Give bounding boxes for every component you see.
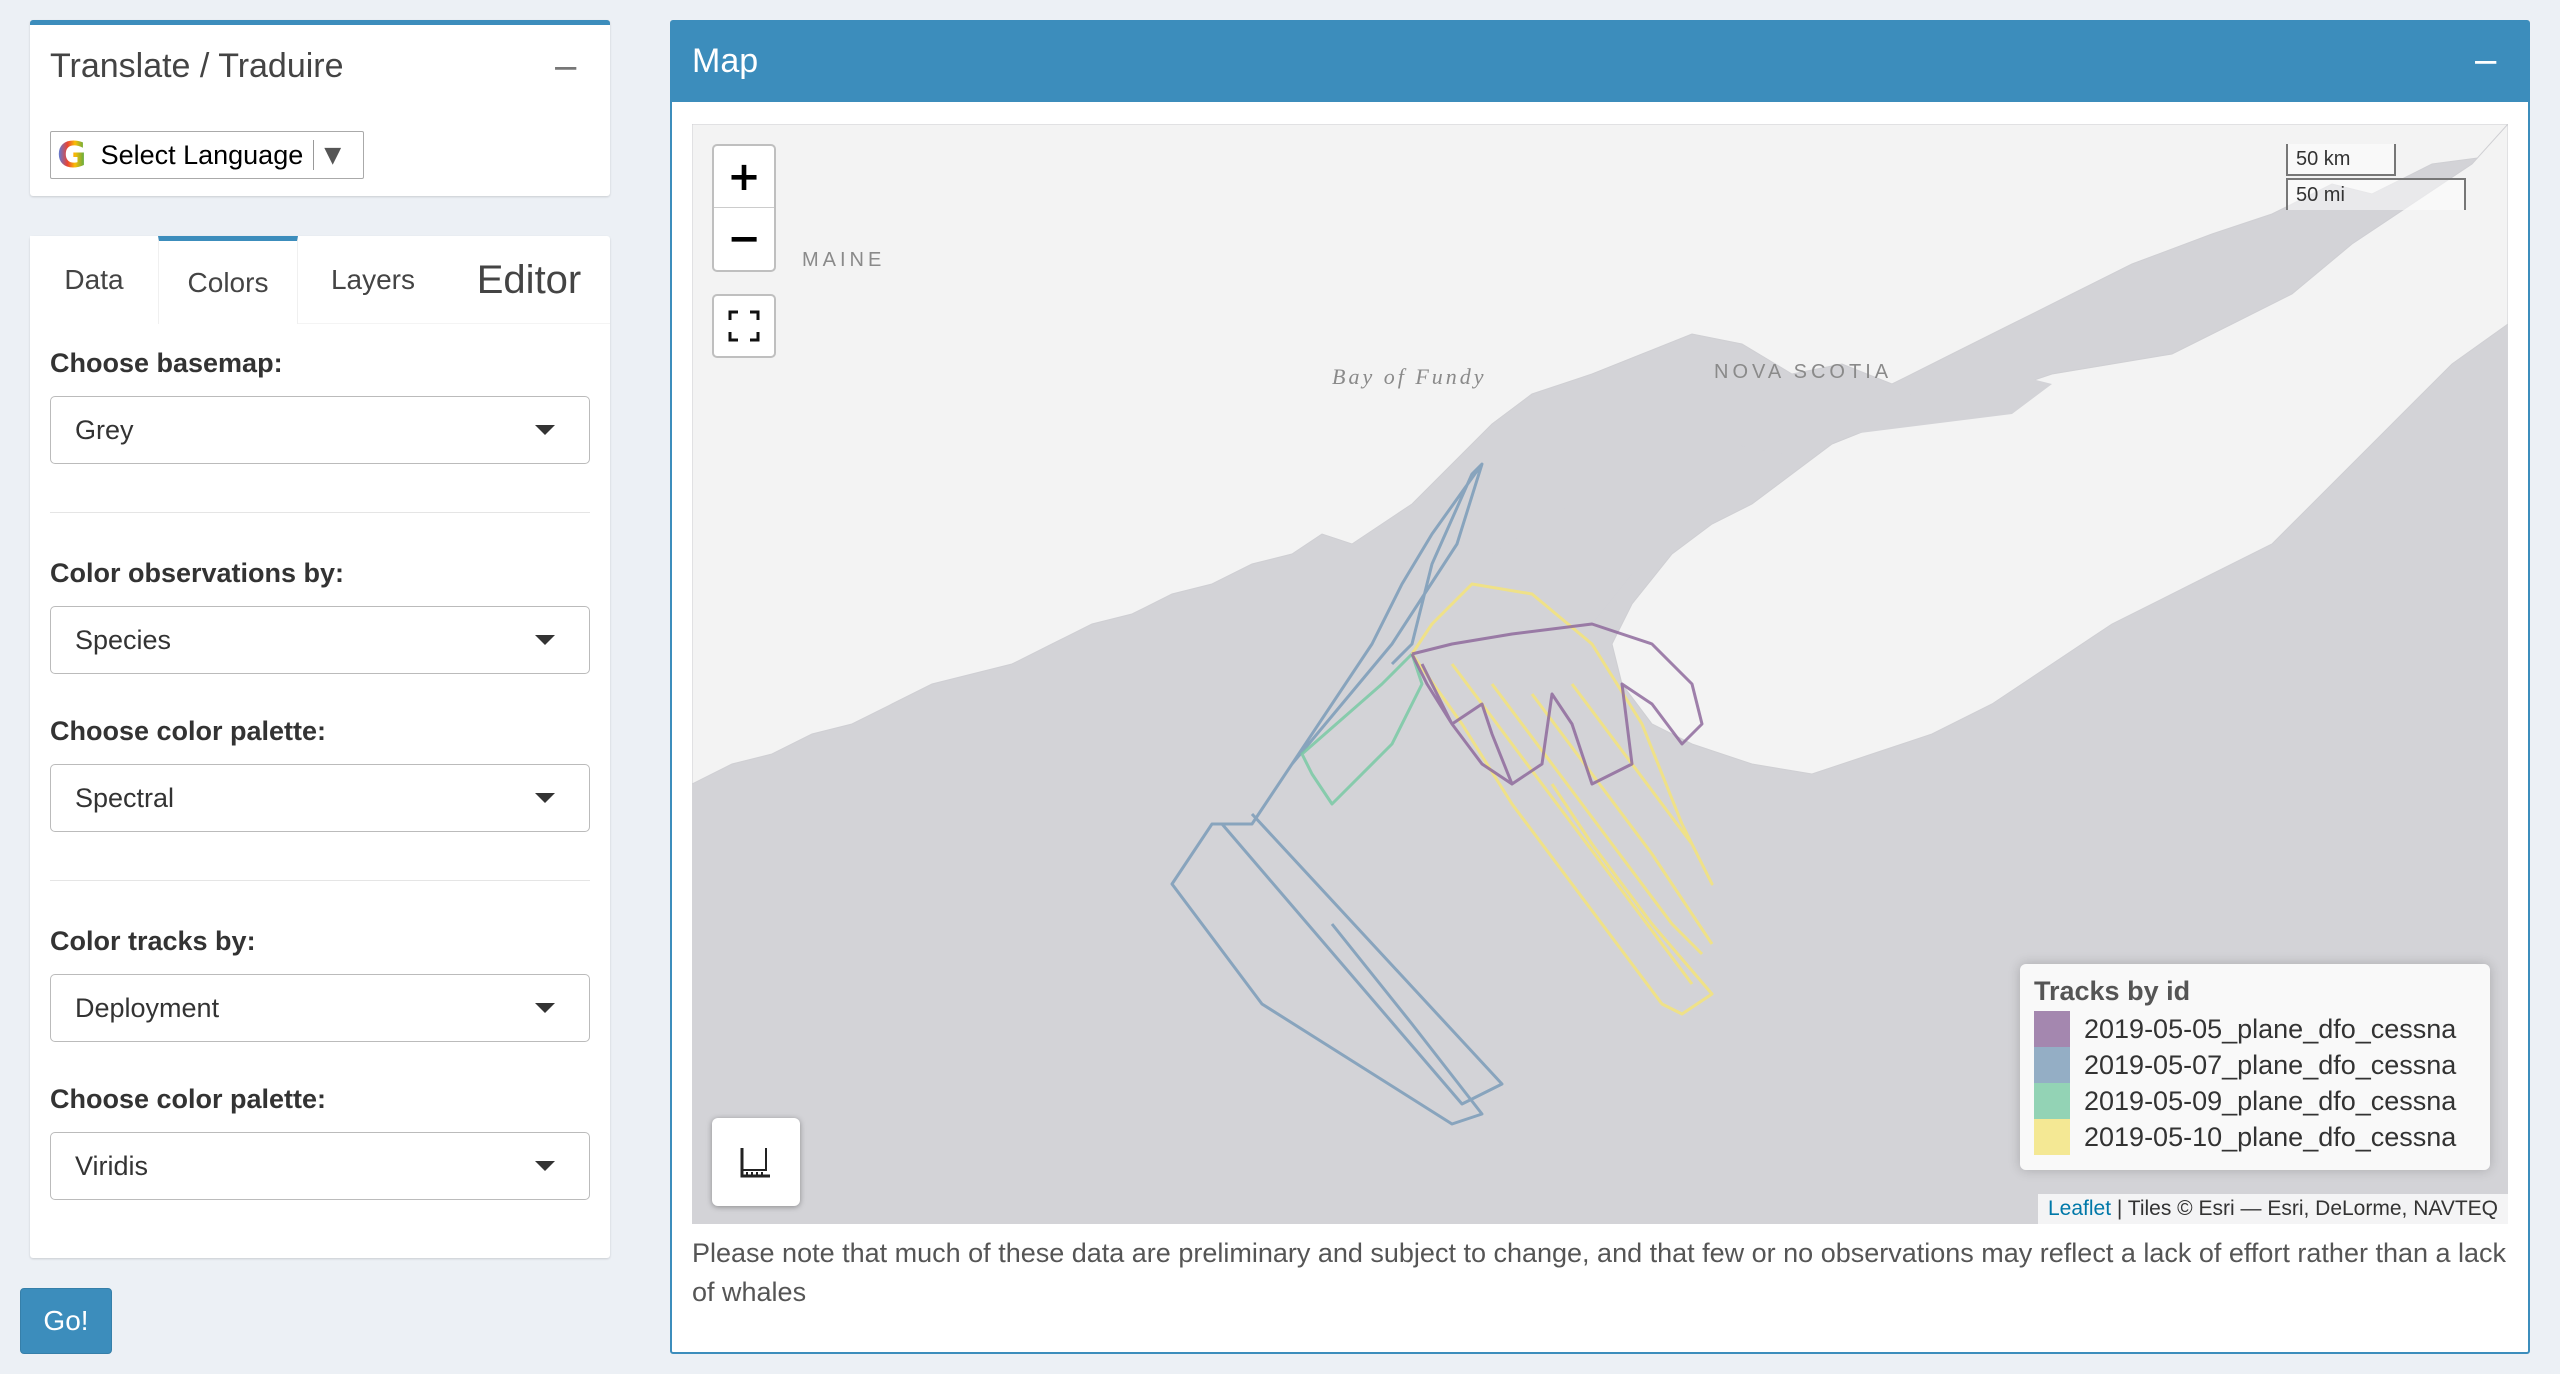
zoom-in-button[interactable]: +: [714, 146, 774, 208]
dropdown-arrow-icon: ▼: [324, 142, 342, 168]
attribution-text: | Tiles © Esri — Esri, DeLorme, NAVTEQ: [2111, 1197, 2498, 1220]
legend-swatch: [2034, 1011, 2070, 1047]
go-button[interactable]: Go!: [20, 1288, 112, 1354]
label-bay-of-fundy: Bay of Fundy: [1332, 364, 1487, 389]
divider: [50, 880, 590, 881]
fullscreen-icon: [728, 310, 760, 342]
language-select[interactable]: G Select Language ▼: [50, 131, 364, 179]
caret-down-icon: [535, 1003, 555, 1013]
basemap-select[interactable]: Grey: [50, 396, 590, 464]
select-divider: [313, 140, 315, 170]
legend-label: 2019-05-10_plane_dfo_cessna: [2084, 1121, 2457, 1152]
legend-label: 2019-05-05_plane_dfo_cessna: [2084, 1013, 2457, 1044]
language-select-label: Select Language: [100, 139, 304, 170]
track-palette-label: Choose color palette:: [50, 1084, 327, 1114]
legend-item: 2019-05-05_plane_dfo_cessna: [2034, 1011, 2476, 1047]
color-observations-value: Species: [75, 624, 172, 655]
observation-palette-value: Spectral: [75, 782, 175, 813]
map-panel: Map − MAINE Bay of Fundy NOVA SCOTIA + −…: [670, 20, 2530, 1354]
map-attribution: Leaflet | Tiles © Esri — Esri, DeLorme, …: [2037, 1194, 2508, 1224]
legend-label: 2019-05-07_plane_dfo_cessna: [2084, 1049, 2457, 1080]
ruler-icon: [740, 1148, 770, 1178]
legend-title: Tracks by id: [2034, 976, 2191, 1006]
basemap-label: Choose basemap:: [50, 348, 283, 378]
translate-title: Translate / Traduire: [50, 47, 344, 85]
data-disclaimer: Please note that much of these data are …: [692, 1238, 2507, 1307]
scale-km: 50 km: [2286, 144, 2396, 176]
observation-palette-select[interactable]: Spectral: [50, 764, 590, 832]
tab-layers[interactable]: Layers: [298, 236, 448, 324]
map-header: Map −: [672, 22, 2528, 102]
caret-down-icon: [535, 635, 555, 645]
map-canvas[interactable]: MAINE Bay of Fundy NOVA SCOTIA + − 50 km…: [692, 124, 2508, 1224]
track-palette-value: Viridis: [75, 1150, 149, 1181]
minus-icon[interactable]: −: [2472, 42, 2501, 82]
translate-panel: Translate / Traduire − G Select Language…: [30, 20, 610, 196]
caret-down-icon: [535, 793, 555, 803]
color-observations-select[interactable]: Species: [50, 606, 590, 674]
caret-down-icon: [535, 425, 555, 435]
tab-colors[interactable]: Colors: [158, 236, 298, 324]
tab-editor[interactable]: Editor: [448, 236, 610, 324]
legend-swatch: [2034, 1047, 2070, 1083]
measure-button[interactable]: [712, 1118, 800, 1206]
scale-bar: 50 km 50 mi: [2286, 144, 2486, 210]
legend-item: 2019-05-07_plane_dfo_cessna: [2034, 1047, 2476, 1083]
fullscreen-button[interactable]: [712, 294, 776, 358]
zoom-control: + −: [712, 144, 776, 272]
zoom-out-button[interactable]: −: [714, 208, 774, 270]
divider: [50, 512, 590, 513]
track-palette-select[interactable]: Viridis: [50, 1132, 590, 1200]
leaflet-link[interactable]: Leaflet: [2048, 1197, 2111, 1221]
caret-down-icon: [535, 1161, 555, 1171]
color-tracks-value: Deployment: [75, 992, 220, 1023]
legend-swatch: [2034, 1083, 2070, 1119]
color-observations-label: Color observations by:: [50, 558, 345, 588]
label-maine: MAINE: [802, 249, 885, 271]
legend-swatch: [2034, 1119, 2070, 1155]
color-tracks-label: Color tracks by:: [50, 926, 256, 956]
minus-icon[interactable]: −: [552, 51, 581, 85]
legend-item: 2019-05-09_plane_dfo_cessna: [2034, 1083, 2476, 1119]
tracks-legend: Tracks by id 2019-05-05_plane_dfo_cessna…: [2020, 964, 2490, 1170]
settings-panel: Data Colors Layers Editor Choose basemap…: [30, 236, 610, 1258]
tab-data[interactable]: Data: [30, 236, 158, 324]
color-tracks-select[interactable]: Deployment: [50, 974, 590, 1042]
legend-item: 2019-05-10_plane_dfo_cessna: [2034, 1119, 2476, 1155]
google-g-icon: G: [57, 134, 87, 176]
label-nova-scotia: NOVA SCOTIA: [1714, 361, 1892, 383]
map-title: Map: [692, 42, 759, 80]
observation-palette-label: Choose color palette:: [50, 716, 327, 746]
legend-label: 2019-05-09_plane_dfo_cessna: [2084, 1085, 2457, 1116]
basemap-value: Grey: [75, 414, 134, 445]
tab-bar: Data Colors Layers Editor: [30, 236, 610, 324]
scale-mi: 50 mi: [2286, 178, 2466, 210]
